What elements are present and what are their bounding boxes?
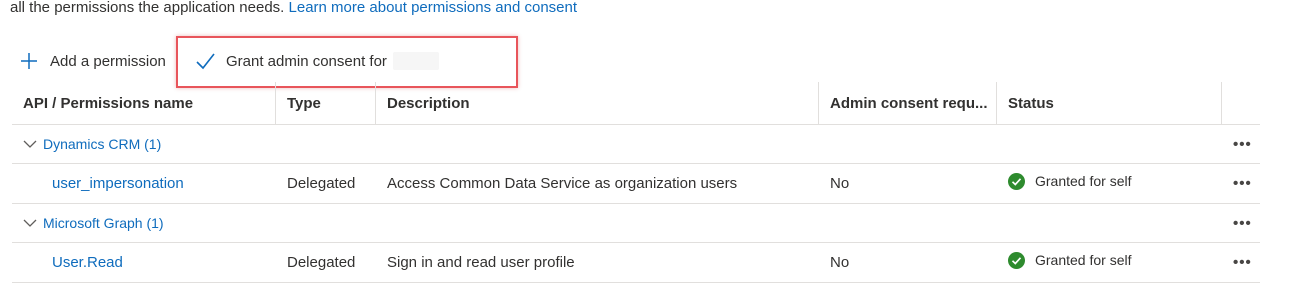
group-row-dynamics[interactable]: Dynamics CRM (1) ••• [12,124,1260,164]
column-header-admin-consent[interactable]: Admin consent requ... [819,82,997,125]
status-text: Granted for self [1035,252,1132,268]
check-circle-icon [1008,251,1025,269]
more-icon[interactable]: ••• [1222,163,1260,204]
group-row-graph[interactable]: Microsoft Graph (1) ••• [12,203,1260,243]
table-row: User.Read Delegated Sign in and read use… [12,242,1260,283]
group-toggle-graph[interactable]: Microsoft Graph (1) [23,215,1211,231]
status-cell: Granted for self [997,242,1222,283]
intro-sentence: all the permissions the application need… [10,0,285,16]
group-label: Dynamics CRM (1) [43,136,162,152]
more-icon[interactable]: ••• [1222,203,1260,243]
column-header-description[interactable]: Description [376,82,819,125]
more-icon[interactable]: ••• [1222,242,1260,283]
permission-type: Delegated [276,242,376,283]
column-header-api[interactable]: API / Permissions name [12,82,276,125]
permission-description: Access Common Data Service as organizati… [376,163,819,204]
table-row: user_impersonation Delegated Access Comm… [12,163,1260,204]
plus-icon [21,53,37,69]
grant-admin-consent-label: Grant admin consent for [226,52,387,70]
grant-admin-consent-button[interactable]: Grant admin consent for [194,44,439,78]
status-cell: Granted for self [997,163,1222,204]
admin-consent-required: No [819,242,997,283]
redacted-tenant-name [392,52,439,70]
permissions-table: API / Permissions name Type Description … [12,82,1260,283]
admin-consent-required: No [819,163,997,204]
add-permission-label: Add a permission [50,52,166,70]
permission-name-link[interactable]: user_impersonation [12,163,276,204]
permission-name-link[interactable]: User.Read [12,242,276,283]
group-toggle-dynamics[interactable]: Dynamics CRM (1) [23,136,1211,152]
column-header-type[interactable]: Type [276,82,376,125]
permission-description: Sign in and read user profile [376,242,819,283]
permissions-toolbar: Add a permission Grant admin consent for [14,44,534,78]
add-permission-button[interactable]: Add a permission [20,44,166,78]
chevron-down-icon [23,219,37,227]
group-label: Microsoft Graph (1) [43,215,164,231]
chevron-down-icon [23,140,37,148]
column-header-status[interactable]: Status [997,82,1222,125]
check-circle-icon [1008,172,1025,190]
status-text: Granted for self [1035,173,1132,189]
table-header-row: API / Permissions name Type Description … [12,82,1260,125]
permission-type: Delegated [276,163,376,204]
intro-text: all the permissions the application need… [10,0,577,18]
learn-more-link[interactable]: Learn more about permissions and consent [289,0,578,16]
more-icon[interactable]: ••• [1222,124,1260,164]
checkmark-icon [196,53,215,70]
column-header-actions [1222,82,1260,125]
